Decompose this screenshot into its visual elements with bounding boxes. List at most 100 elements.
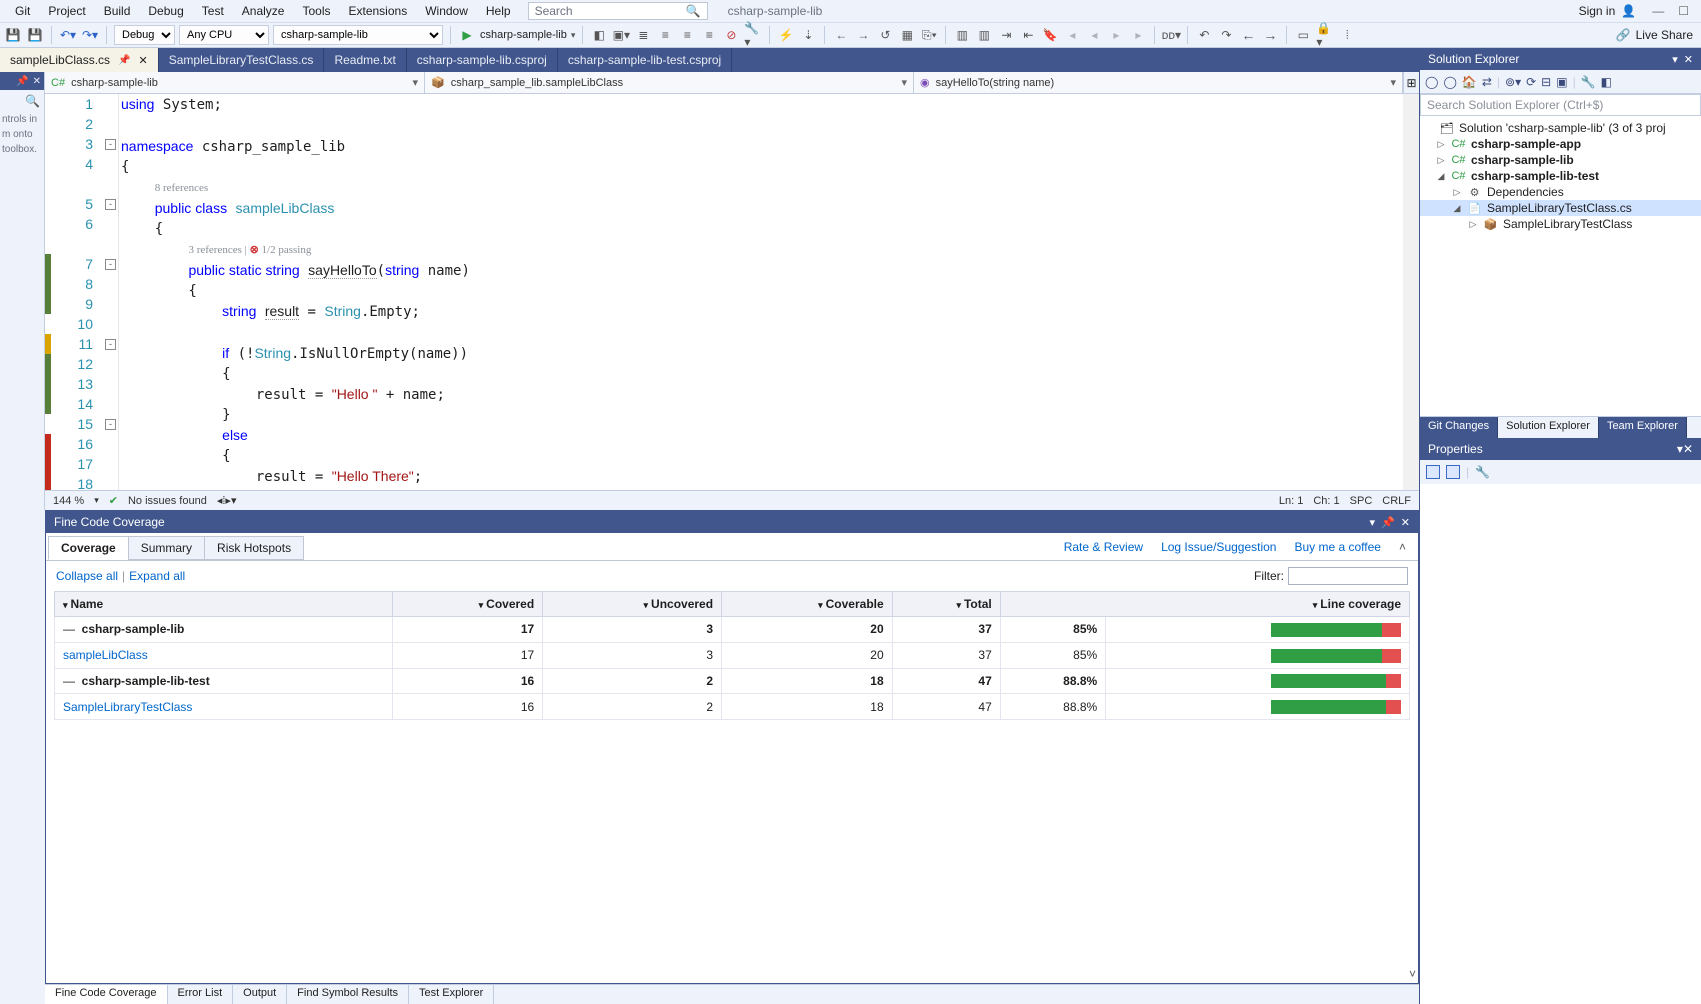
doc-tab[interactable]: Readme.txt	[324, 48, 406, 72]
close-icon[interactable]: ✕	[1401, 516, 1410, 529]
menu-item[interactable]: Debug	[139, 2, 192, 20]
live-share-button[interactable]: 🔗 Live Share	[1616, 28, 1697, 42]
tree-node[interactable]: ▷ 📦 SampleLibraryTestClass	[1420, 216, 1701, 232]
rate-link[interactable]: Rate & Review	[1064, 540, 1143, 554]
nav-icon[interactable]: ◂⁞▸▾	[217, 494, 237, 507]
close-icon[interactable]: ✕	[33, 76, 41, 87]
toolbar-icon[interactable]: ≡	[700, 26, 718, 44]
col-uncovered[interactable]: ▾Uncovered	[543, 592, 722, 617]
toolbar-icon[interactable]: ▸	[1107, 26, 1125, 44]
expand-icon[interactable]: ◢	[1452, 203, 1462, 214]
home-icon[interactable]: 🏠	[1462, 75, 1477, 89]
toolbar-icon[interactable]: ⚡	[777, 26, 795, 44]
tab-coverage[interactable]: Coverage	[48, 536, 129, 560]
toolbar-icon[interactable]: ▭	[1294, 26, 1312, 44]
scrollbar[interactable]	[1403, 94, 1419, 490]
menu-item[interactable]: Build	[95, 2, 140, 20]
tree-node[interactable]: ▷ ⚙ Dependencies	[1420, 184, 1701, 200]
pin-icon[interactable]: 📌	[16, 76, 28, 87]
col-covered[interactable]: ▾Covered	[393, 592, 543, 617]
split-icon[interactable]: ⊞	[1403, 72, 1419, 93]
bottom-tab[interactable]: Test Explorer	[409, 985, 494, 1004]
doc-tab[interactable]: csharp-sample-lib-test.csproj	[558, 48, 732, 72]
toolbar-icon[interactable]: ↺	[876, 26, 894, 44]
expand-all-link[interactable]: Expand all	[129, 569, 185, 583]
pin-icon[interactable]: 📌	[118, 55, 130, 66]
sync-icon[interactable]: ⊚▾	[1505, 75, 1521, 89]
nav-fwd-icon[interactable]: →	[854, 26, 872, 44]
scope-dropdown[interactable]: C# csharp-sample-lib▾	[45, 72, 425, 93]
dropdown-icon[interactable]: ▾	[1672, 53, 1678, 66]
doc-tab[interactable]: csharp-sample-lib.csproj	[407, 48, 558, 72]
lineending-indicator[interactable]: CRLF	[1382, 495, 1411, 507]
expand-icon[interactable]: ▷	[1468, 219, 1478, 230]
switch-icon[interactable]: ⇄	[1482, 75, 1492, 89]
search-icon[interactable]: 🔍	[25, 94, 40, 108]
solution-tree[interactable]: 🗂Solution 'csharp-sample-lib' (3 of 3 pr…	[1420, 116, 1701, 416]
col-linecov[interactable]: ▾Line coverage	[1000, 592, 1409, 617]
platform-dropdown[interactable]: Any CPU	[179, 25, 269, 45]
toolbar-icon[interactable]: ↷	[1217, 26, 1235, 44]
menu-item[interactable]: Help	[477, 2, 520, 20]
redo-icon[interactable]: ↷▾	[81, 26, 99, 44]
nav-back-icon[interactable]: ←	[832, 26, 850, 44]
scroll-down-icon[interactable]: ˅	[1409, 967, 1416, 981]
type-dropdown[interactable]: 📦 csharp_sample_lib.sampleLibClass▾	[425, 72, 914, 93]
fwd-icon[interactable]: ◯	[1443, 75, 1456, 89]
fold-column[interactable]: -----	[103, 94, 119, 490]
minimize-icon[interactable]: —	[1652, 4, 1664, 18]
toolbar-icon[interactable]: ◂	[1063, 26, 1081, 44]
preview-icon[interactable]: ◧	[1601, 75, 1612, 89]
menu-item[interactable]: Window	[416, 2, 477, 20]
close-icon[interactable]: ✕	[139, 54, 148, 67]
save-all-icon[interactable]: 💾	[26, 26, 44, 44]
wrench-icon[interactable]: 🔧	[1475, 465, 1490, 479]
toolbar-icon[interactable]: ▥	[975, 26, 993, 44]
save-icon[interactable]: 💾	[4, 26, 22, 44]
menu-item[interactable]: Tools	[293, 2, 339, 20]
maximize-icon[interactable]: ☐	[1678, 4, 1689, 18]
code-area[interactable]: using System; namespace csharp_sample_li…	[119, 94, 1419, 490]
solexp-tab[interactable]: Solution Explorer	[1498, 417, 1599, 438]
categorized-icon[interactable]	[1426, 465, 1440, 479]
toolbar-icon[interactable]: ⇥	[997, 26, 1015, 44]
zoom-level[interactable]: 144 %	[53, 495, 84, 507]
undo-icon[interactable]: ↶▾	[59, 26, 77, 44]
bookmark-icon[interactable]: 🔖	[1041, 26, 1059, 44]
spaces-indicator[interactable]: SPC	[1350, 495, 1373, 507]
menu-item[interactable]: Git	[6, 2, 39, 20]
run-target-label[interactable]: csharp-sample-lib	[480, 29, 567, 41]
close-icon[interactable]: ✕	[1683, 442, 1693, 456]
toolbar-icon[interactable]: ▦	[898, 26, 916, 44]
member-dropdown[interactable]: ◉ sayHelloTo(string name)▾	[914, 72, 1403, 93]
expand-icon[interactable]: ▷	[1436, 155, 1446, 166]
toolbar-icon[interactable]: ◂	[1085, 26, 1103, 44]
filter-input[interactable]	[1288, 567, 1408, 585]
log-issue-link[interactable]: Log Issue/Suggestion	[1161, 540, 1276, 554]
toolbar-icon[interactable]: ▣▾	[612, 26, 630, 44]
toolbar-icon[interactable]: ⊘	[722, 26, 740, 44]
toolbar-icon[interactable]: ᴅᴅ▾	[1162, 26, 1180, 44]
coverage-class-link[interactable]: sampleLibClass	[63, 648, 148, 662]
coffee-link[interactable]: Buy me a coffee	[1294, 540, 1381, 554]
nav-fwd-icon[interactable]: →	[1261, 26, 1279, 44]
expand-icon[interactable]: ▷	[1452, 187, 1462, 198]
doc-tab[interactable]: SampleLibraryTestClass.cs	[159, 48, 325, 72]
toolbar-icon[interactable]: ⦙	[1338, 26, 1356, 44]
menu-item[interactable]: Test	[193, 2, 233, 20]
col-name[interactable]: ▾Name	[55, 592, 393, 617]
toolbar-icon[interactable]: ▥	[953, 26, 971, 44]
toolbar-icon[interactable]: ◧	[590, 26, 608, 44]
col-coverable[interactable]: ▾Coverable	[722, 592, 893, 617]
toolbar-icon[interactable]: ≡	[678, 26, 696, 44]
coverage-name[interactable]: sampleLibClass	[55, 642, 393, 668]
solexp-tab[interactable]: Git Changes	[1420, 417, 1498, 438]
collapse-all-link[interactable]: Collapse all	[56, 569, 118, 583]
menu-item[interactable]: Analyze	[233, 2, 294, 20]
expand-icon[interactable]: ◢	[1436, 171, 1446, 182]
coverage-class-link[interactable]: SampleLibraryTestClass	[63, 700, 192, 714]
start-debug-icon[interactable]: ▶	[458, 26, 476, 44]
tab-hotspots[interactable]: Risk Hotspots	[204, 536, 304, 560]
solexp-tab[interactable]: Team Explorer	[1599, 417, 1687, 438]
solexp-search-input[interactable]: Search Solution Explorer (Ctrl+$)	[1420, 94, 1701, 116]
